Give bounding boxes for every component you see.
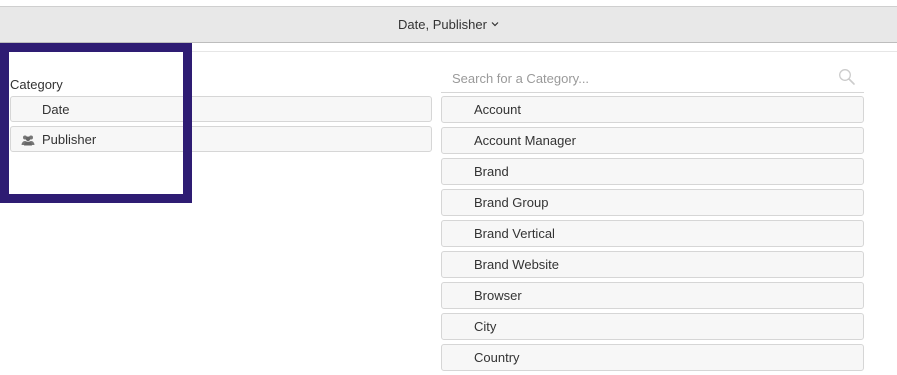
search-icon[interactable]: [838, 68, 856, 86]
selected-item-label: Publisher: [42, 131, 97, 147]
category-item[interactable]: Account: [441, 96, 864, 123]
search-input[interactable]: [441, 66, 842, 90]
category-label: Category: [10, 77, 63, 92]
selected-category-list: Date Publisher: [10, 96, 432, 156]
divider: [0, 51, 897, 52]
category-item[interactable]: Browser: [441, 282, 864, 309]
selected-item-publisher[interactable]: Publisher: [10, 126, 432, 152]
selected-item-label: Date: [42, 101, 70, 117]
category-item[interactable]: Brand Group: [441, 189, 864, 216]
category-item[interactable]: Country: [441, 344, 864, 371]
users-icon: [21, 134, 35, 146]
category-item[interactable]: City: [441, 313, 864, 340]
category-item[interactable]: Brand Website: [441, 251, 864, 278]
header-dropdown[interactable]: Date, Publisher: [0, 6, 897, 43]
available-category-list: Account Account Manager Brand Brand Grou…: [441, 96, 864, 375]
category-item[interactable]: Brand Vertical: [441, 220, 864, 247]
header-title: Date, Publisher: [398, 17, 487, 32]
category-search: [441, 66, 864, 93]
category-item[interactable]: Account Manager: [441, 127, 864, 154]
chevron-down-icon: [491, 19, 499, 29]
selected-item-date[interactable]: Date: [10, 96, 432, 122]
category-item[interactable]: Brand: [441, 158, 864, 185]
